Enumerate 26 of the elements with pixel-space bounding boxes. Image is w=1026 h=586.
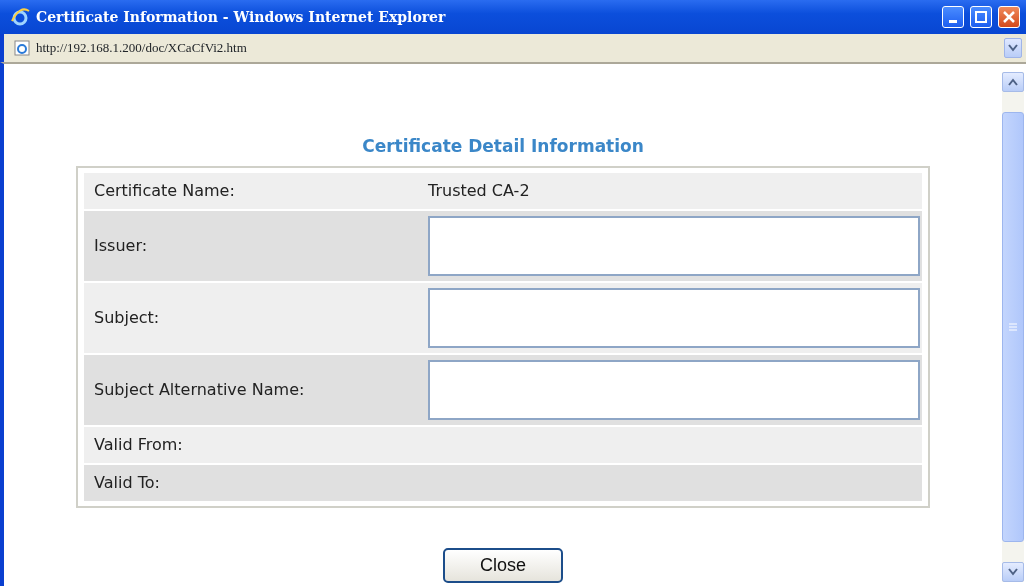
field-value: Trusted CA-2	[428, 180, 530, 200]
field-label: Valid From:	[93, 433, 184, 456]
url-text: http://192.168.1.200/doc/XCaCfVi2.htm	[36, 39, 248, 58]
close-window-button[interactable]	[998, 6, 1020, 28]
text-area[interactable]	[428, 359, 920, 420]
text-area[interactable]	[428, 215, 920, 276]
field-label: Valid To:	[93, 471, 161, 494]
field-label: Subject Alternative Name:	[93, 378, 306, 401]
maximize-button[interactable]	[970, 6, 992, 28]
grip-icon	[1009, 323, 1017, 331]
field-label: Issuer:	[93, 234, 149, 257]
minimize-button[interactable]	[942, 6, 964, 28]
minimize-icon	[949, 19, 957, 23]
scroll-up-icon[interactable]	[1008, 78, 1018, 86]
scrollbar[interactable]	[1002, 72, 1024, 582]
close-icon	[1003, 11, 1015, 23]
browser-logo-icon	[10, 7, 30, 27]
field-label: Subject:	[93, 306, 161, 329]
page-icon	[14, 40, 30, 56]
scroll-down-icon[interactable]	[1008, 568, 1018, 576]
window-title: Certificate Information - Windows Internet Explorer	[36, 7, 447, 27]
close-button[interactable]: Close	[443, 547, 563, 583]
field-label: Certificate Name:	[93, 179, 236, 202]
section-heading: Certificate Detail Information	[362, 135, 644, 158]
text-area[interactable]	[428, 287, 920, 348]
maximize-icon	[975, 11, 987, 23]
